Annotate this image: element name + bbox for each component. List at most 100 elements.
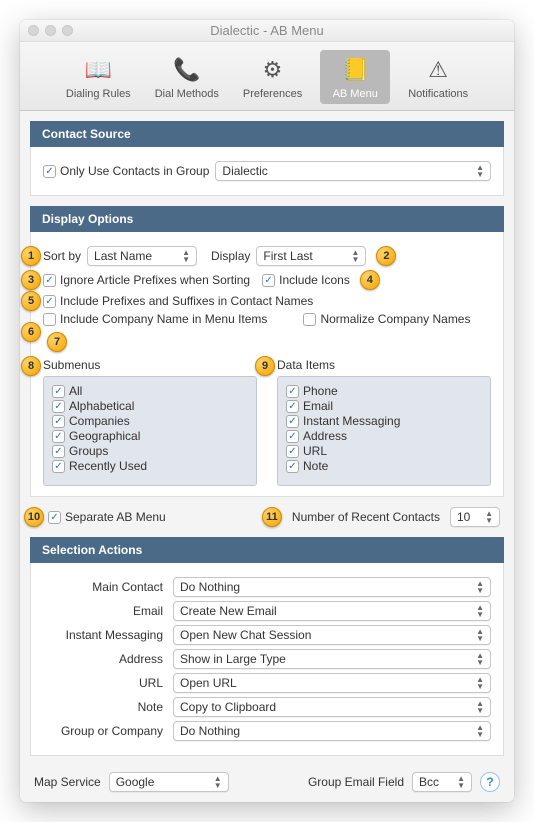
checkbox-icon bbox=[262, 274, 275, 287]
toolbar-dial-methods[interactable]: 📞Dial Methods bbox=[149, 50, 225, 104]
action-select[interactable]: Create New Email▲▼ bbox=[173, 601, 491, 621]
window: Dialectic - AB Menu 📖Dialing Rules📞Dial … bbox=[20, 20, 514, 802]
include-prefix-checkbox[interactable]: Include Prefixes and Suffixes in Contact… bbox=[43, 294, 313, 308]
groupemail-label: Group Email Field bbox=[308, 775, 404, 789]
chevron-updown-icon: ▲▼ bbox=[476, 604, 484, 618]
submenus-header: Submenus bbox=[43, 358, 257, 372]
action-row: URLOpen URL▲▼ bbox=[43, 673, 491, 693]
toolbar-label: AB Menu bbox=[333, 88, 378, 100]
action-select[interactable]: Open URL▲▼ bbox=[173, 673, 491, 693]
recent-count-select[interactable]: 10 ▲▼ bbox=[450, 507, 500, 527]
chevron-updown-icon: ▲▼ bbox=[214, 775, 222, 789]
dataitems-list[interactable]: PhoneEmailInstant MessagingAddressURLNot… bbox=[277, 376, 491, 486]
action-label: Group or Company bbox=[43, 724, 173, 738]
toolbar-icon: 📒 bbox=[336, 54, 374, 86]
badge-2: 2 bbox=[376, 246, 396, 266]
checkbox-icon bbox=[286, 460, 299, 473]
submenu-item-alphabetical[interactable]: Alphabetical bbox=[52, 399, 248, 413]
dataitem-phone[interactable]: Phone bbox=[286, 384, 482, 398]
zoom-icon[interactable] bbox=[62, 25, 73, 36]
checkbox-icon bbox=[286, 385, 299, 398]
sortby-select[interactable]: Last Name ▲▼ bbox=[87, 246, 197, 266]
action-select[interactable]: Copy to Clipboard▲▼ bbox=[173, 697, 491, 717]
separate-ab-checkbox[interactable]: Separate AB Menu bbox=[48, 510, 166, 524]
include-company-checkbox[interactable]: Include Company Name in Menu Items bbox=[43, 312, 267, 326]
section-contact-source: Only Use Contacts in Group Dialectic ▲▼ bbox=[30, 147, 504, 196]
checkbox-icon bbox=[52, 460, 65, 473]
groupemail-select[interactable]: Bcc ▲▼ bbox=[412, 772, 472, 792]
toolbar-notifications[interactable]: ⚠︎ Notifications bbox=[402, 50, 474, 104]
action-label: Instant Messaging bbox=[43, 628, 173, 642]
include-icons-checkbox[interactable]: Include Icons bbox=[262, 273, 350, 287]
submenu-item-geographical[interactable]: Geographical bbox=[52, 429, 248, 443]
submenu-item-recently-used[interactable]: Recently Used bbox=[52, 459, 248, 473]
checkbox-icon bbox=[43, 165, 56, 178]
toolbar-label: Dialing Rules bbox=[66, 88, 131, 100]
action-label: URL bbox=[43, 676, 173, 690]
badge-1: 1 bbox=[21, 246, 41, 266]
submenu-item-companies[interactable]: Companies bbox=[52, 414, 248, 428]
checkbox-icon bbox=[52, 385, 65, 398]
badge-6: 6 bbox=[21, 322, 41, 342]
action-row: EmailCreate New Email▲▼ bbox=[43, 601, 491, 621]
action-row: Instant MessagingOpen New Chat Session▲▼ bbox=[43, 625, 491, 645]
close-icon[interactable] bbox=[28, 25, 39, 36]
checkbox-icon bbox=[286, 445, 299, 458]
toolbar-label: Notifications bbox=[408, 88, 468, 100]
submenu-item-all[interactable]: All bbox=[52, 384, 248, 398]
group-select[interactable]: Dialectic ▲▼ bbox=[215, 161, 491, 181]
dataitem-instant-messaging[interactable]: Instant Messaging bbox=[286, 414, 482, 428]
action-select[interactable]: Do Nothing▲▼ bbox=[173, 577, 491, 597]
badge-3: 3 bbox=[21, 270, 41, 290]
toolbar: 📖Dialing Rules📞Dial Methods⚙︎Preferences… bbox=[20, 42, 514, 111]
section-display-options-header: Display Options bbox=[30, 206, 504, 232]
checkbox-icon bbox=[43, 274, 56, 287]
help-button[interactable]: ? bbox=[480, 772, 500, 792]
toolbar-icon: 📞 bbox=[168, 54, 206, 86]
window-title: Dialectic - AB Menu bbox=[210, 23, 323, 38]
section-selection-actions: Main ContactDo Nothing▲▼EmailCreate New … bbox=[30, 563, 504, 756]
badge-7: 7 bbox=[47, 332, 67, 352]
only-group-checkbox[interactable]: Only Use Contacts in Group bbox=[43, 164, 209, 178]
badge-11: 11 bbox=[262, 507, 282, 527]
mapservice-select[interactable]: Google ▲▼ bbox=[109, 772, 229, 792]
toolbar-ab-menu[interactable]: 📒 AB Menu bbox=[320, 50, 390, 104]
action-label: Note bbox=[43, 700, 173, 714]
normalize-company-checkbox[interactable]: Normalize Company Names bbox=[303, 312, 470, 326]
window-controls[interactable] bbox=[28, 25, 73, 36]
action-select[interactable]: Show in Large Type▲▼ bbox=[173, 649, 491, 669]
chevron-updown-icon: ▲▼ bbox=[476, 628, 484, 642]
toolbar-icon: ⚠︎ bbox=[419, 54, 457, 86]
display-select[interactable]: First Last ▲▼ bbox=[256, 246, 366, 266]
ignore-article-checkbox[interactable]: Ignore Article Prefixes when Sorting bbox=[43, 273, 250, 287]
dataitem-url[interactable]: URL bbox=[286, 444, 482, 458]
submenu-item-groups[interactable]: Groups bbox=[52, 444, 248, 458]
dataitem-note[interactable]: Note bbox=[286, 459, 482, 473]
chevron-updown-icon: ▲▼ bbox=[476, 580, 484, 594]
checkbox-icon bbox=[52, 445, 65, 458]
action-select[interactable]: Do Nothing▲▼ bbox=[173, 721, 491, 741]
toolbar-preferences[interactable]: ⚙︎Preferences bbox=[237, 50, 308, 104]
chevron-updown-icon: ▲▼ bbox=[476, 652, 484, 666]
action-label: Address bbox=[43, 652, 173, 666]
badge-10: 10 bbox=[24, 507, 44, 527]
bottom-row: Map Service Google ▲▼ Group Email Field … bbox=[20, 762, 514, 802]
badge-5: 5 bbox=[21, 291, 41, 311]
submenus-list[interactable]: AllAlphabeticalCompaniesGeographicalGrou… bbox=[43, 376, 257, 486]
toolbar-icon: ⚙︎ bbox=[254, 54, 292, 86]
action-label: Email bbox=[43, 604, 173, 618]
dataitem-email[interactable]: Email bbox=[286, 399, 482, 413]
action-row: AddressShow in Large Type▲▼ bbox=[43, 649, 491, 669]
checkbox-icon bbox=[303, 313, 316, 326]
chevron-updown-icon: ▲▼ bbox=[476, 676, 484, 690]
checkbox-icon bbox=[48, 511, 61, 524]
toolbar-dialing-rules[interactable]: 📖Dialing Rules bbox=[60, 50, 137, 104]
section-display-options: 1 Sort by Last Name ▲▼ Display First Las… bbox=[30, 232, 504, 497]
titlebar: Dialectic - AB Menu bbox=[20, 20, 514, 42]
chevron-updown-icon: ▲▼ bbox=[485, 510, 493, 524]
action-select[interactable]: Open New Chat Session▲▼ bbox=[173, 625, 491, 645]
dataitem-address[interactable]: Address bbox=[286, 429, 482, 443]
minimize-icon[interactable] bbox=[45, 25, 56, 36]
recent-label: Number of Recent Contacts bbox=[292, 510, 440, 524]
chevron-updown-icon: ▲▼ bbox=[476, 724, 484, 738]
